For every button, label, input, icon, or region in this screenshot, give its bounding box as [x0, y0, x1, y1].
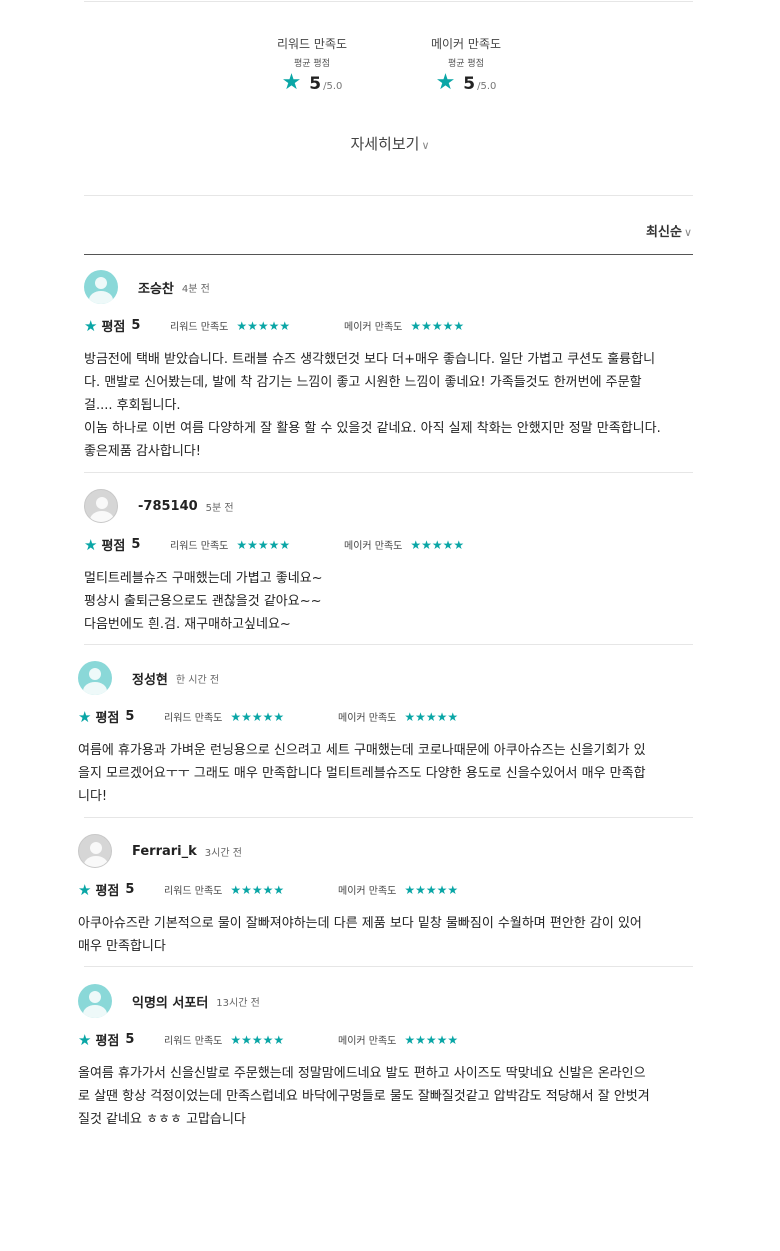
review-item: 정성현 한 시간 전 ★ 평점 5 리워드 만족도 ★★★★★ 메이커 만족도 ★★★★…: [78, 660, 698, 808]
maker-score-max: /5.0: [477, 81, 497, 92]
summary-divider: [84, 195, 693, 196]
five-stars-icon: ★★★★★: [236, 537, 291, 552]
review-time: 한 시간 전: [175, 674, 220, 686]
avatar: [84, 489, 118, 523]
review-time: 13시간 전: [216, 997, 260, 1009]
reward-average-score: ★ 5 /5.0: [252, 70, 372, 95]
overall-rating: ★ 평점 5: [84, 535, 141, 555]
reward-rating: 리워드 만족도 ★★★★★: [164, 882, 285, 898]
maker-satisfaction-summary: 메이커 만족도 평균 평점 ★ 5 /5.0: [406, 35, 526, 94]
review-divider: [84, 966, 693, 967]
maker-rating: 메이커 만족도 ★★★★★: [344, 318, 465, 334]
sort-dropdown[interactable]: 최신순 ∨: [610, 221, 692, 240]
maker-rating: 메이커 만족도 ★★★★★: [338, 1032, 459, 1048]
reward-satisfaction-title: 리워드 만족도: [276, 37, 348, 51]
reward-rating: 리워드 만족도 ★★★★★: [170, 537, 291, 553]
five-stars-icon: ★★★★★: [404, 882, 459, 897]
review-item: 조승찬 4분 전 ★ 평점 5 리워드 만족도 ★★★★★ 메이커 만족도 ★★★★★ …: [84, 269, 704, 463]
star-icon: ★: [281, 70, 302, 95]
review-header: 익명의 서포터 13시간 전: [78, 983, 698, 1019]
reviewer-name: 정성현: [132, 672, 168, 688]
review-time: 5분 전: [205, 502, 234, 514]
review-header: -785140 5분 전: [84, 488, 704, 524]
chevron-down-icon: ∨: [683, 226, 692, 239]
overall-rating: ★ 평점 5: [84, 316, 141, 336]
reward-rating: 리워드 만족도 ★★★★★: [164, 709, 285, 725]
five-stars-icon: ★★★★★: [230, 1032, 285, 1047]
sort-label: 최신순: [646, 225, 682, 240]
review-divider: [84, 817, 693, 818]
review-body: 아쿠아슈즈란 기본적으로 물이 잘빠져야하는데 다른 제품 보다 밑창 물빠짐이…: [78, 916, 642, 954]
reward-score-value: 5: [309, 74, 322, 94]
view-details-label: 자세히보기: [350, 135, 420, 153]
reviewer-name: Ferrari_k: [132, 843, 197, 859]
review-divider: [84, 472, 693, 473]
view-details-button[interactable]: 자세히보기 ∨: [300, 133, 480, 154]
maker-score-value: 5: [463, 74, 476, 94]
review-item: Ferrari_k 3시간 전 ★ 평점 5 리워드 만족도 ★★★★★ 메이커 만족…: [78, 833, 698, 958]
five-stars-icon: ★★★★★: [410, 537, 465, 552]
list-header-divider: [84, 254, 693, 255]
review-body: 여름에 휴가용과 가벼운 런닝용으로 신으려고 세트 구매했는데 코로나때문에 …: [78, 743, 646, 804]
star-icon: ★: [78, 707, 92, 726]
review-body: 올여름 휴가가서 신을신발로 주문했는데 정말맘에드네요 발도 편하고 사이즈도…: [78, 1066, 650, 1127]
reviewer-name: -785140: [138, 498, 198, 514]
review-item: -785140 5분 전 ★ 평점 5 리워드 만족도 ★★★★★ 메이커 만족도 ★★…: [84, 488, 704, 636]
review-ratings: ★ 평점 5 리워드 만족도 ★★★★★ 메이커 만족도 ★★★★★: [78, 707, 698, 727]
top-divider: [84, 1, 693, 2]
maker-average-score: ★ 5 /5.0: [406, 70, 526, 95]
reviewer-name: 익명의 서포터: [132, 995, 209, 1011]
five-stars-icon: ★★★★★: [230, 709, 285, 724]
review-header: 조승찬 4분 전: [84, 269, 704, 305]
maker-average-label: 평균 평점: [448, 59, 484, 69]
review-divider: [84, 644, 693, 645]
avatar: [78, 984, 112, 1018]
maker-rating: 메이커 만족도 ★★★★★: [338, 882, 459, 898]
five-stars-icon: ★★★★★: [230, 882, 285, 897]
review-header: Ferrari_k 3시간 전: [78, 833, 698, 869]
avatar: [78, 661, 112, 695]
maker-rating: 메이커 만족도 ★★★★★: [338, 709, 459, 725]
review-ratings: ★ 평점 5 리워드 만족도 ★★★★★ 메이커 만족도 ★★★★★: [78, 880, 698, 900]
five-stars-icon: ★★★★★: [404, 709, 459, 724]
avatar: [78, 834, 112, 868]
review-time: 3시간 전: [204, 847, 242, 859]
review-time: 4분 전: [181, 283, 210, 295]
star-icon: ★: [78, 1030, 92, 1049]
five-stars-icon: ★★★★★: [236, 318, 291, 333]
review-ratings: ★ 평점 5 리워드 만족도 ★★★★★ 메이커 만족도 ★★★★★: [78, 1030, 698, 1050]
overall-rating: ★ 평점 5: [78, 707, 135, 727]
review-body: 멀티트레블슈즈 구매했는데 가볍고 좋네요~ 평상시 출퇴근용으로도 괜찮을것 …: [84, 571, 323, 632]
star-icon: ★: [78, 880, 92, 899]
star-icon: ★: [84, 535, 98, 554]
star-icon: ★: [435, 70, 456, 95]
overall-rating: ★ 평점 5: [78, 880, 135, 900]
star-icon: ★: [84, 316, 98, 335]
reward-score-max: /5.0: [323, 81, 343, 92]
maker-rating: 메이커 만족도 ★★★★★: [344, 537, 465, 553]
review-body: 방금전에 택배 받았습니다. 트래블 슈즈 생각했던것 보다 더+매우 좋습니다…: [84, 352, 661, 459]
review-ratings: ★ 평점 5 리워드 만족도 ★★★★★ 메이커 만족도 ★★★★★: [84, 316, 704, 336]
reward-rating: 리워드 만족도 ★★★★★: [164, 1032, 285, 1048]
chevron-down-icon: ∨: [421, 139, 430, 152]
reward-rating: 리워드 만족도 ★★★★★: [170, 318, 291, 334]
five-stars-icon: ★★★★★: [410, 318, 465, 333]
review-item: 익명의 서포터 13시간 전 ★ 평점 5 리워드 만족도 ★★★★★ 메이커 만족도…: [78, 983, 698, 1131]
review-header: 정성현 한 시간 전: [78, 660, 698, 696]
five-stars-icon: ★★★★★: [404, 1032, 459, 1047]
review-ratings: ★ 평점 5 리워드 만족도 ★★★★★ 메이커 만족도 ★★★★★: [84, 535, 704, 555]
avatar: [84, 270, 118, 304]
maker-satisfaction-title: 메이커 만족도: [430, 37, 502, 51]
overall-rating: ★ 평점 5: [78, 1030, 135, 1050]
reward-satisfaction-summary: 리워드 만족도 평균 평점 ★ 5 /5.0: [252, 35, 372, 94]
reward-average-label: 평균 평점: [294, 59, 330, 69]
reviewer-name: 조승찬: [138, 281, 174, 297]
